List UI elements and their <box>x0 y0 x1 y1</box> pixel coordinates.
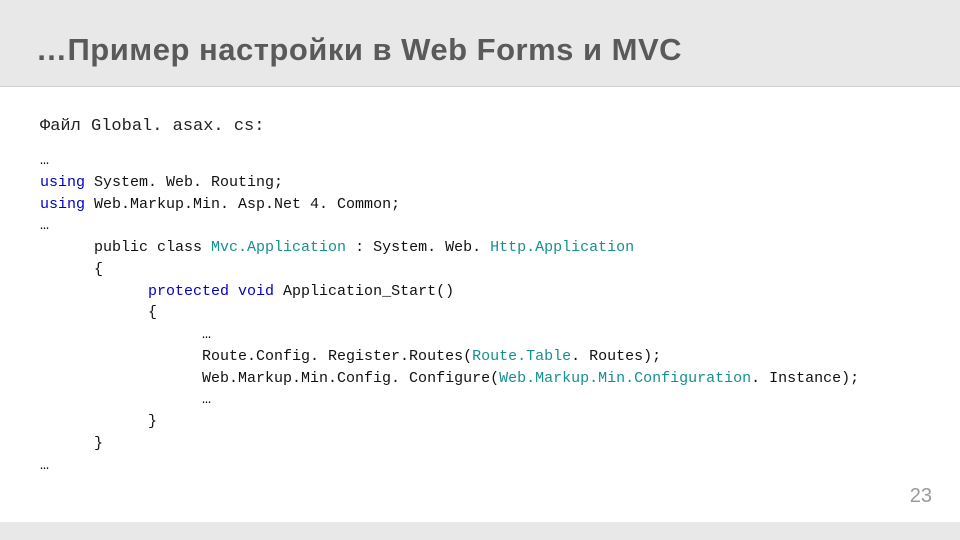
code-line: … <box>40 326 211 343</box>
code-line: { <box>40 261 103 278</box>
type-name: Http.Application <box>490 239 634 256</box>
code-text: Route.Config. Register.Routes( <box>40 348 472 365</box>
code-text: Web.Markup.Min.Config. Configure( <box>40 370 499 387</box>
code-text: . Routes); <box>571 348 661 365</box>
code-text: : System. Web. <box>355 239 490 256</box>
code-text: Web.Markup.Min. Asp.Net 4. Common; <box>85 196 400 213</box>
code-block: … using System. Web. Routing; using Web.… <box>40 150 920 476</box>
code-text: . Instance); <box>751 370 859 387</box>
code-line: } <box>40 413 157 430</box>
keyword: using <box>40 174 85 191</box>
code-line: … <box>40 391 211 408</box>
slide-header: …Пример настройки в Web Forms и MVC <box>0 0 960 87</box>
slide: …Пример настройки в Web Forms и MVC Файл… <box>0 0 960 540</box>
slide-content: Файл Global. asax. cs: … using System. W… <box>0 87 960 522</box>
code-text: System. Web. Routing; <box>85 174 283 191</box>
type-name: Mvc.Application <box>211 239 355 256</box>
code-line: { <box>40 304 157 321</box>
code-line: … <box>40 152 49 169</box>
file-label: Файл Global. asax. cs: <box>40 117 920 136</box>
code-line: … <box>40 457 49 474</box>
keyword: protected void <box>40 283 274 300</box>
code-line: } <box>40 435 103 452</box>
page-number: 23 <box>910 485 932 508</box>
code-text: Application_Start() <box>274 283 454 300</box>
code-text: public class <box>40 239 211 256</box>
type-name: Route.Table <box>472 348 571 365</box>
type-name: Web.Markup.Min.Configuration <box>499 370 751 387</box>
code-line: … <box>40 217 49 234</box>
keyword: using <box>40 196 85 213</box>
slide-title: …Пример настройки в Web Forms и MVC <box>36 32 960 68</box>
